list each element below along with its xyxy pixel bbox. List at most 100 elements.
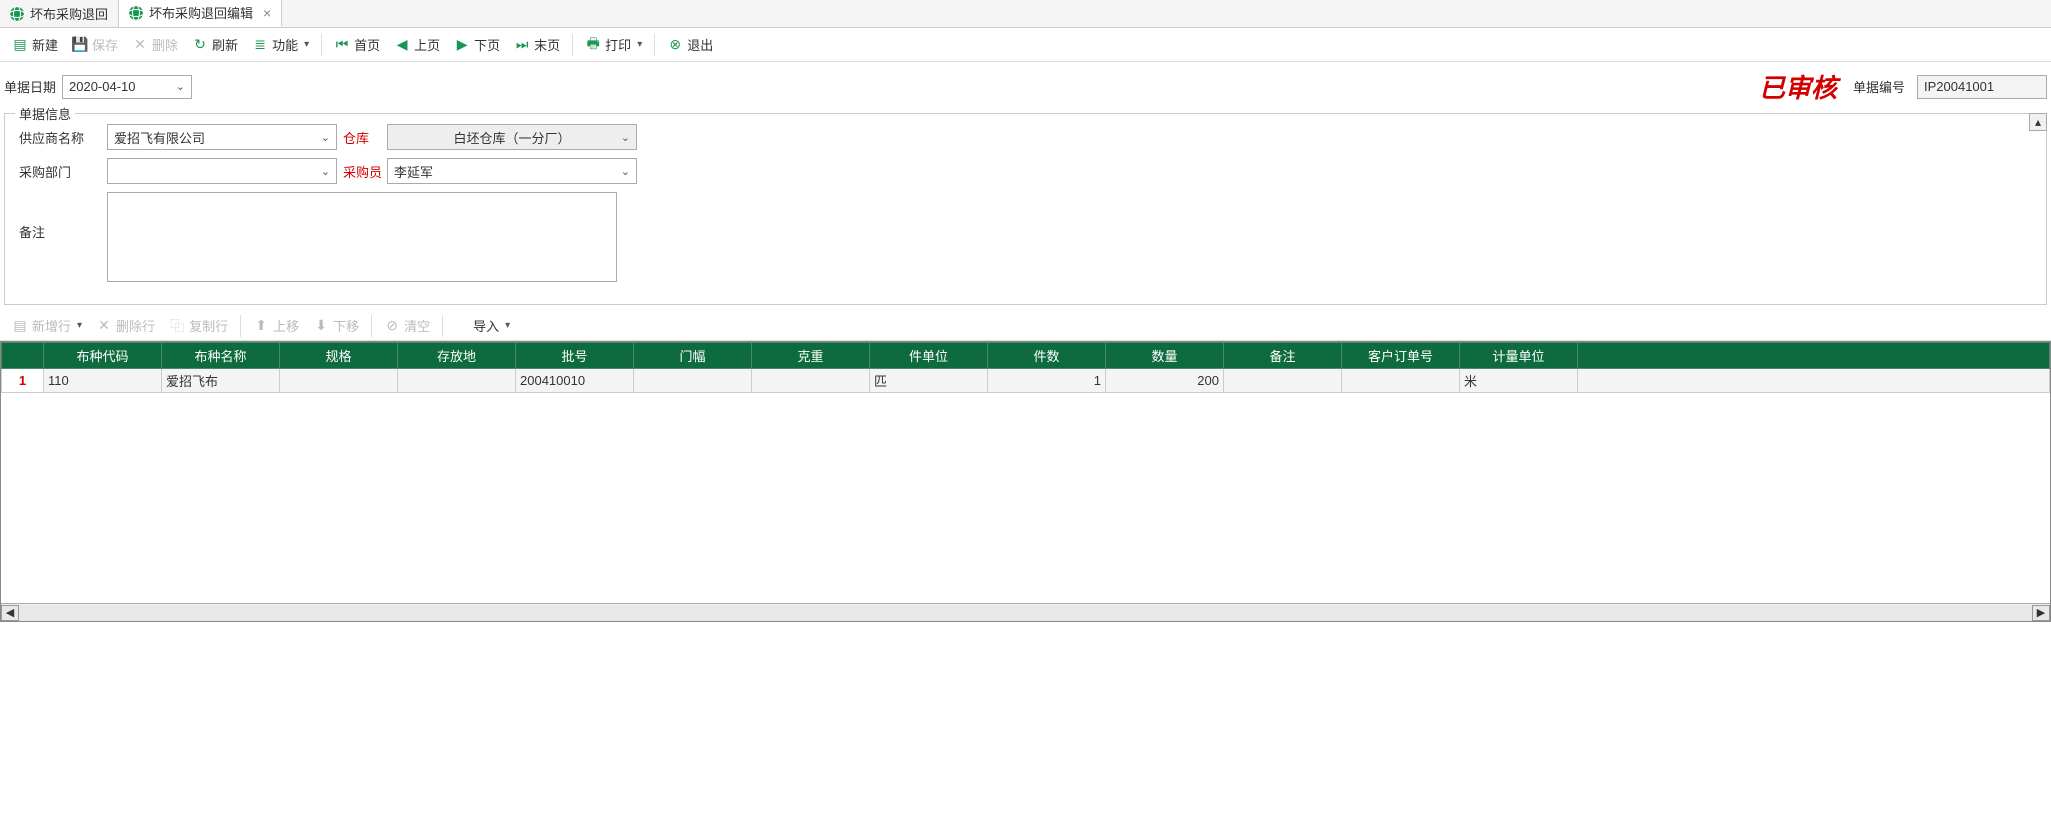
table-row[interactable]: 1 110 爱招飞布 200410010 匹 1 200 米 (2, 369, 2050, 393)
docnum-label: 单据编号 (1853, 77, 1905, 96)
delete-icon: ✕ (96, 318, 112, 334)
chevron-down-icon: ▾ (77, 320, 82, 331)
scroll-right-icon[interactable]: ▶ (2032, 605, 2050, 621)
double-chevron-up-icon: ▴ (2035, 115, 2041, 129)
grid: 布种代码 布种名称 规格 存放地 批号 门幅 克重 件单位 件数 数量 备注 客… (0, 341, 2051, 622)
last-icon: ⏭ (514, 37, 530, 53)
cell-ordno[interactable] (1342, 369, 1460, 393)
exit-button[interactable]: ⊗ 退出 (661, 32, 719, 57)
arrow-up-icon: ⬆ (253, 318, 269, 334)
buyer-label: 采购员 (337, 162, 387, 181)
data-table: 布种代码 布种名称 规格 存放地 批号 门幅 克重 件单位 件数 数量 备注 客… (1, 342, 2050, 393)
print-icon: 🖶 (585, 37, 601, 53)
grid-empty-space (1, 393, 2050, 603)
globe-icon (455, 319, 469, 333)
cell-code[interactable]: 110 (44, 369, 162, 393)
moveup-button: ⬆ 上移 (247, 313, 305, 338)
print-button[interactable]: 🖶 打印 ▾ (579, 32, 648, 57)
remark-textarea[interactable] (107, 192, 617, 282)
separator (371, 315, 372, 337)
clear-button: ⊘ 清空 (378, 313, 436, 338)
cell-pcunit[interactable]: 匹 (870, 369, 988, 393)
dept-combo[interactable]: ⌄ (107, 158, 337, 184)
tab-label: 坏布采购退回 (30, 4, 108, 23)
header-row: 单据日期 2020-04-10 ⌄ 已审核 单据编号 IP20041001 (0, 62, 2051, 111)
col-extra (1578, 343, 2050, 369)
scroll-left-icon[interactable]: ◀ (1, 605, 19, 621)
chevron-down-icon: ▾ (505, 320, 510, 331)
exit-icon: ⊗ (667, 37, 683, 53)
cell-spec[interactable] (280, 369, 398, 393)
import-button[interactable]: 导入 ▾ (449, 313, 516, 338)
delrow-button: ✕ 删除行 (90, 313, 161, 338)
col-qty[interactable]: 数量 (1106, 343, 1224, 369)
col-rownum[interactable] (2, 343, 44, 369)
col-width[interactable]: 门幅 (634, 343, 752, 369)
tab-bar: 坏布采购退回 坏布采购退回编辑 × (0, 0, 2051, 28)
date-input[interactable]: 2020-04-10 ⌄ (62, 75, 192, 99)
col-remark[interactable]: 备注 (1224, 343, 1342, 369)
col-spec[interactable]: 规格 (280, 343, 398, 369)
col-ordno[interactable]: 客户订单号 (1342, 343, 1460, 369)
prev-page-button[interactable]: ◀ 上页 (388, 32, 446, 57)
col-loc[interactable]: 存放地 (398, 343, 516, 369)
col-name[interactable]: 布种名称 (162, 343, 280, 369)
expand-button[interactable]: ▴ (2029, 113, 2047, 131)
col-unit[interactable]: 计量单位 (1460, 343, 1578, 369)
cell-qty[interactable]: 200 (1106, 369, 1224, 393)
delete-button: ✕ 删除 (126, 32, 184, 57)
buyer-combo[interactable]: 李延军 ⌄ (387, 158, 637, 184)
chevron-down-icon: ⌄ (176, 80, 185, 93)
copy-icon: ⿻ (169, 318, 185, 334)
globe-icon (10, 7, 24, 21)
separator (572, 34, 573, 56)
cell-rownum: 1 (2, 369, 44, 393)
separator (240, 315, 241, 337)
clear-icon: ⊘ (384, 318, 400, 334)
main-toolbar: ▤ 新建 💾 保存 ✕ 删除 ↻ 刷新 ≣ 功能 ▾ ⏮ 首页 ◀ 上页 ▶ 下… (0, 28, 2051, 62)
cell-gram[interactable] (752, 369, 870, 393)
prev-icon: ◀ (394, 37, 410, 53)
next-page-button[interactable]: ▶ 下页 (448, 32, 506, 57)
form-fieldset: 单据信息 供应商名称 爱招飞有限公司 ⌄ 仓库 白坯仓库（一分厂） ⌄ 采购部门… (4, 113, 2047, 305)
cell-remark[interactable] (1224, 369, 1342, 393)
remark-label: 备注 (19, 192, 107, 241)
col-pcs[interactable]: 件数 (988, 343, 1106, 369)
delete-icon: ✕ (132, 37, 148, 53)
close-icon[interactable]: × (263, 5, 271, 21)
cell-batch[interactable]: 200410010 (516, 369, 634, 393)
fieldset-legend: 单据信息 (15, 104, 75, 123)
cell-unit[interactable]: 米 (1460, 369, 1578, 393)
chevron-down-icon: ▾ (637, 39, 642, 50)
col-code[interactable]: 布种代码 (44, 343, 162, 369)
function-button[interactable]: ≣ 功能 ▾ (246, 32, 315, 57)
separator (442, 315, 443, 337)
supplier-combo[interactable]: 爱招飞有限公司 ⌄ (107, 124, 337, 150)
tab-return-edit[interactable]: 坏布采购退回编辑 × (119, 0, 282, 27)
copyrow-button: ⿻ 复制行 (163, 313, 234, 338)
first-icon: ⏮ (334, 37, 350, 53)
col-batch[interactable]: 批号 (516, 343, 634, 369)
new-icon: ▤ (12, 37, 28, 53)
cell-loc[interactable] (398, 369, 516, 393)
refresh-button[interactable]: ↻ 刷新 (186, 32, 244, 57)
cell-name[interactable]: 爱招飞布 (162, 369, 280, 393)
grid-toolbar: ▤ 新增行 ▾ ✕ 删除行 ⿻ 复制行 ⬆ 上移 ⬇ 下移 ⊘ 清空 导入 ▾ (0, 311, 2051, 341)
first-page-button[interactable]: ⏮ 首页 (328, 32, 386, 57)
warehouse-combo[interactable]: 白坯仓库（一分厂） ⌄ (387, 124, 637, 150)
chevron-down-icon: ⌄ (621, 165, 630, 178)
list-icon: ≣ (252, 37, 268, 53)
cell-width[interactable] (634, 369, 752, 393)
table-header-row: 布种代码 布种名称 规格 存放地 批号 门幅 克重 件单位 件数 数量 备注 客… (2, 343, 2050, 369)
scroll-track[interactable] (19, 605, 2032, 621)
col-pcunit[interactable]: 件单位 (870, 343, 988, 369)
last-page-button[interactable]: ⏭ 末页 (508, 32, 566, 57)
new-button[interactable]: ▤ 新建 (6, 32, 64, 57)
approved-stamp: 已审核 (1759, 68, 1837, 105)
horizontal-scrollbar[interactable]: ◀ ▶ (1, 603, 2050, 621)
chevron-down-icon: ⌄ (321, 131, 330, 144)
col-gram[interactable]: 克重 (752, 343, 870, 369)
tab-return-list[interactable]: 坏布采购退回 (0, 0, 119, 27)
cell-pcs[interactable]: 1 (988, 369, 1106, 393)
separator (321, 34, 322, 56)
